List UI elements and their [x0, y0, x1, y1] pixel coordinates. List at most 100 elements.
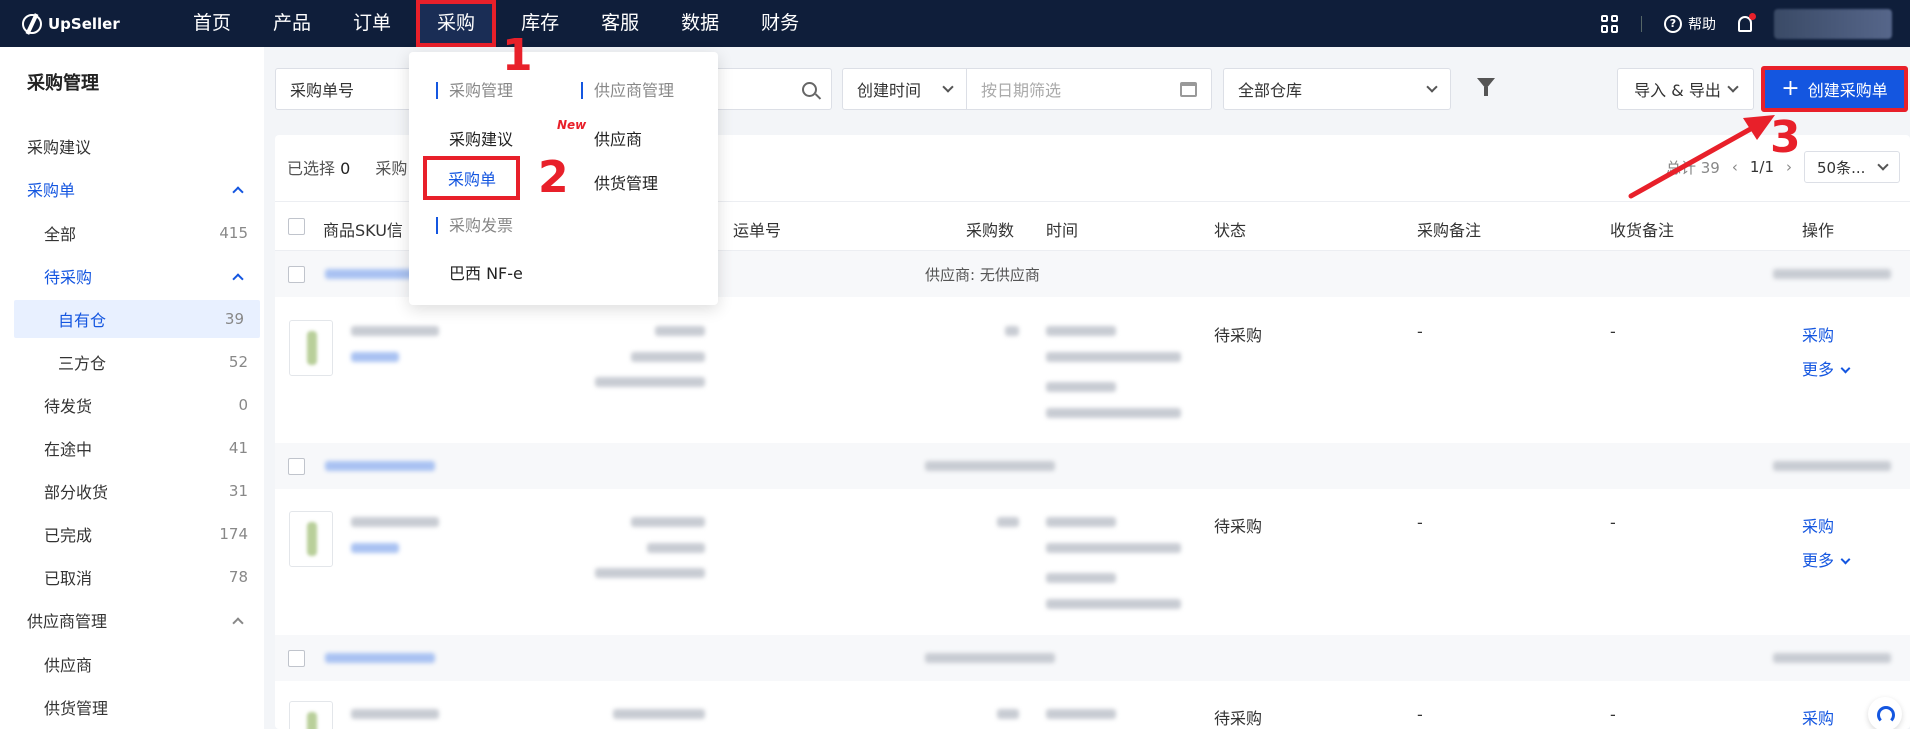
import-export-button[interactable]: 导入 & 导出 — [1617, 68, 1754, 110]
purchase-action-link[interactable]: 采购 — [1802, 322, 1834, 346]
date-filter: 创建时间 按日期筛选 — [842, 68, 1212, 110]
product-thumbnail — [289, 511, 333, 567]
warehouse-select[interactable]: 全部仓库 — [1223, 68, 1451, 110]
plus-icon: + — [1781, 76, 1800, 101]
more-actions-link[interactable]: 更多 — [1802, 547, 1851, 571]
help-label: 帮助 — [1688, 16, 1716, 33]
sidebar-item-all[interactable]: 全部 415 — [0, 214, 264, 252]
menu-item-purchase-order[interactable]: 采购单 — [423, 156, 521, 200]
sidebar-item-own-warehouse[interactable]: 自有仓 39 — [14, 300, 260, 338]
page-size-select[interactable]: 50条... — [1804, 151, 1900, 183]
apps-grid-icon[interactable] — [1601, 14, 1619, 33]
logo-icon — [22, 13, 42, 34]
purchase-action-link[interactable]: 采购 — [1802, 513, 1834, 537]
chevron-up-icon — [232, 272, 244, 285]
chevron-up-icon — [232, 185, 244, 198]
sidebar-item-supplier-management[interactable]: 供应商管理 — [0, 601, 264, 639]
menu-item-brazil-nfe[interactable]: 巴西 NF-e — [449, 260, 523, 284]
search-icon[interactable] — [802, 81, 817, 97]
menu-item-supplier[interactable]: 供应商 — [594, 126, 642, 150]
purchase-note: - — [1417, 705, 1423, 724]
receive-note: - — [1610, 322, 1616, 341]
nav-data[interactable]: 数据 — [660, 0, 740, 47]
chevron-down-icon — [1840, 363, 1851, 374]
supplier-label: 供应商: 无供应商 — [925, 266, 1040, 284]
search-type-select[interactable]: 采购单号 — [290, 77, 354, 101]
sidebar-item-supply-management[interactable]: 供货管理 — [0, 688, 264, 726]
purchase-note: - — [1417, 513, 1423, 532]
col-qty: 采购数 — [966, 221, 1015, 240]
col-status: 状态 — [1214, 221, 1247, 240]
order-group-header — [275, 443, 1910, 489]
receive-note: - — [1610, 513, 1616, 532]
col-waybill: 运单号 — [733, 221, 782, 240]
more-actions-link[interactable]: 更多 — [1802, 356, 1851, 380]
sidebar-item-supplier[interactable]: 供应商 — [0, 645, 264, 683]
row-checkbox[interactable] — [288, 266, 305, 283]
sidebar-item-completed[interactable]: 已完成 174 — [0, 515, 264, 553]
sidebar-item-pending-purchase[interactable]: 待采购 — [0, 257, 264, 295]
purchase-action-link[interactable]: 采购 — [1802, 705, 1834, 729]
menu-item-supply-management[interactable]: 供货管理 — [594, 170, 658, 194]
nav-customer-service[interactable]: 客服 — [580, 0, 660, 47]
help-circle-icon: ? — [1664, 14, 1682, 33]
help-button[interactable]: ? 帮助 — [1664, 14, 1716, 34]
receive-note: - — [1610, 705, 1616, 724]
nav-orders[interactable]: 订单 — [332, 0, 412, 47]
upseller-logo[interactable]: UpSeller — [22, 13, 172, 34]
user-account-menu[interactable] — [1774, 8, 1892, 39]
annotation-step-1: 1 — [502, 30, 533, 81]
new-badge: New — [557, 118, 587, 132]
col-purchase-note: 采购备注 — [1417, 221, 1482, 240]
col-time: 时间 — [1046, 221, 1079, 240]
menu-group-purchase-management: 采购管理 — [436, 82, 513, 99]
chevron-down-icon — [1840, 554, 1851, 565]
chevron-down-icon — [942, 81, 954, 93]
select-all-checkbox[interactable] — [288, 218, 305, 235]
chevron-down-icon — [1727, 81, 1739, 93]
notification-bell-icon[interactable] — [1738, 12, 1756, 32]
nav-products[interactable]: 产品 — [252, 0, 332, 47]
create-purchase-order-button[interactable]: + 创建采购单 — [1761, 66, 1908, 112]
status-badge: 待采购 — [1214, 517, 1263, 536]
logo-text: UpSeller — [48, 14, 120, 33]
menu-item-purchase-suggestion[interactable]: 采购建议 New — [449, 118, 586, 150]
calendar-icon — [1180, 81, 1197, 97]
chevron-down-icon — [1877, 159, 1889, 171]
purchase-note: - — [1417, 322, 1423, 341]
time-type-select[interactable]: 创建时间 — [843, 69, 967, 109]
sidebar-title: 采购管理 — [27, 73, 99, 94]
row-checkbox[interactable] — [288, 650, 305, 667]
order-group-header — [275, 635, 1910, 681]
chevron-down-icon — [1426, 81, 1438, 93]
sidebar-item-cancelled[interactable]: 已取消 78 — [0, 558, 264, 596]
col-action: 操作 — [1802, 221, 1835, 240]
status-badge: 待采购 — [1214, 709, 1263, 728]
product-thumbnail — [289, 701, 333, 729]
sidebar-item-purchase-order[interactable]: 采购单 — [0, 170, 264, 208]
main-nav: 首页 产品 订单 采购 库存 客服 数据 财务 — [172, 0, 820, 47]
menu-group-purchase-invoice: 采购发票 — [436, 217, 513, 234]
nav-home[interactable]: 首页 — [172, 0, 252, 47]
status-badge: 待采购 — [1214, 326, 1263, 345]
nav-finance[interactable]: 财务 — [740, 0, 820, 47]
sidebar-item-in-transit[interactable]: 在途中 41 — [0, 429, 264, 467]
annotation-arrow — [1628, 115, 1775, 199]
col-sku: 商品SKU信 — [323, 221, 403, 240]
annotation-step-2: 2 — [538, 152, 569, 203]
sidebar-item-pending-shipment[interactable]: 待发货 0 — [0, 386, 264, 424]
sidebar-item-partially-received[interactable]: 部分收货 31 — [0, 472, 264, 510]
top-navigation-bar: UpSeller 首页 产品 订单 采购 库存 客服 数据 财务 ? 帮助 — [0, 0, 1910, 47]
col-receive-note: 收货备注 — [1610, 221, 1675, 240]
customer-support-button[interactable] — [1868, 697, 1902, 729]
sidebar-item-purchase-suggestion[interactable]: 采购建议 — [0, 127, 264, 165]
filter-funnel-icon[interactable] — [1477, 78, 1495, 96]
nav-purchase[interactable]: 采购 — [416, 0, 497, 47]
divider — [1641, 15, 1642, 32]
product-thumbnail — [289, 320, 333, 376]
chevron-up-icon — [232, 616, 244, 629]
date-range-input[interactable]: 按日期筛选 — [967, 77, 1211, 101]
row-checkbox[interactable] — [288, 458, 305, 475]
sidebar-item-third-party-warehouse[interactable]: 三方仓 52 — [0, 343, 264, 381]
selection-summary: 已选择 0 采购 — [287, 159, 408, 178]
